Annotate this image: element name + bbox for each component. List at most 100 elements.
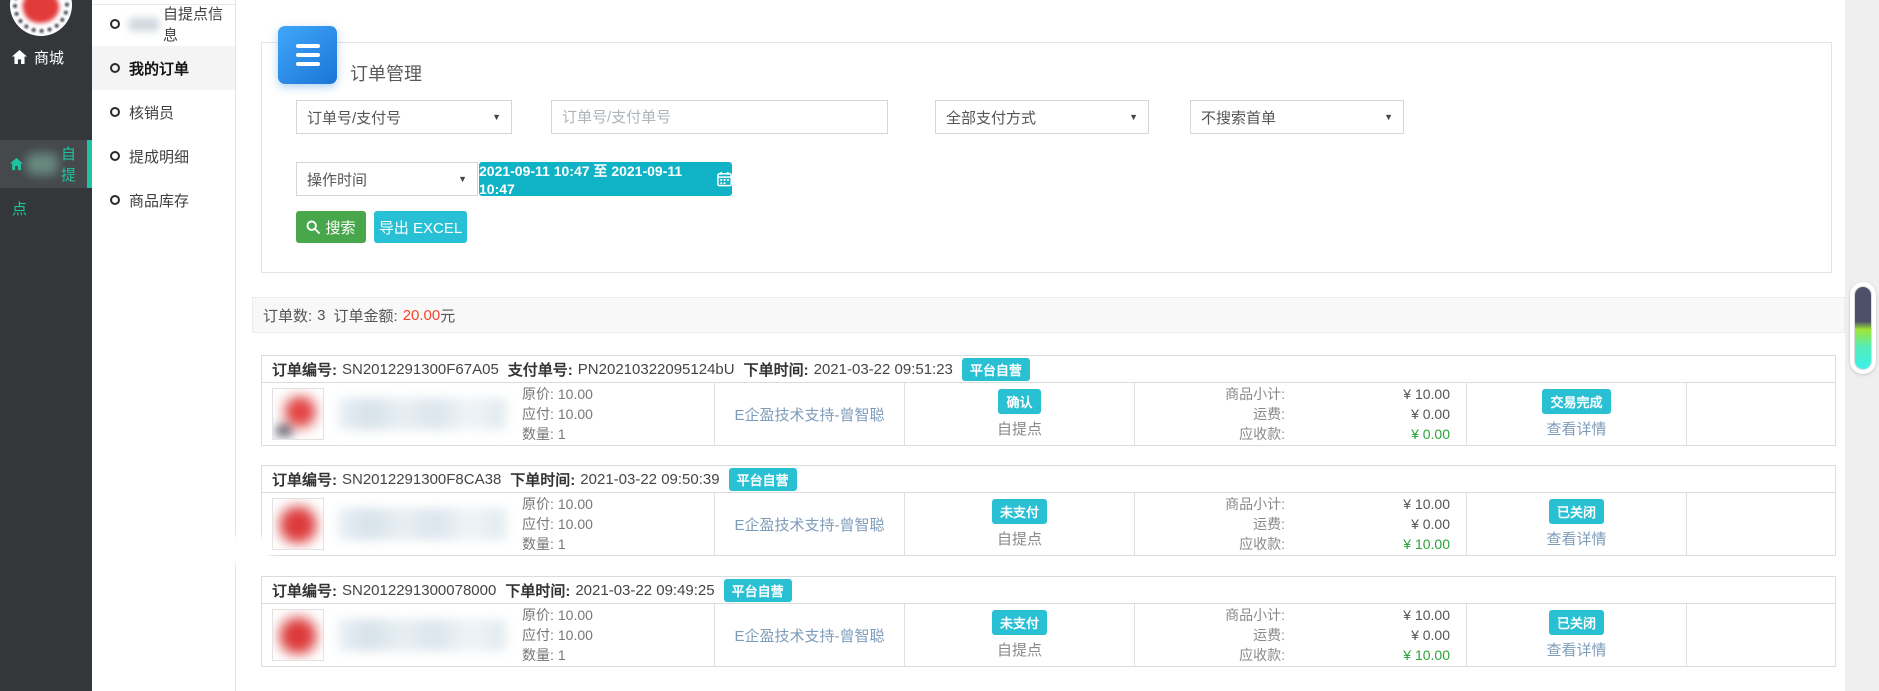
submenu-item-label: 提成明细 [129, 146, 189, 167]
view-detail-link[interactable]: 查看详情 [1546, 418, 1606, 439]
sidebar-item-pickup-wrap: 点 [12, 198, 27, 219]
product-cell: 原价:10.00 应付:10.00 数量:1 [262, 604, 714, 666]
radio-circle-icon [110, 151, 120, 161]
totals-cell: 商品小计:¥ 10.00 运费:¥ 0.00 应收款:¥ 10.00 [1134, 493, 1466, 555]
search-icon [306, 220, 320, 234]
page-title: 订单管理 [350, 60, 422, 86]
first-order-select[interactable]: 不搜索首单 ▼ [1190, 100, 1404, 134]
submenu-item-product-stock[interactable]: 商品库存 [92, 178, 235, 222]
product-thumbnail [272, 609, 324, 661]
order-time: 2021-03-22 09:51:23 [814, 361, 953, 378]
receivable-amount: ¥ 0.00 [1285, 424, 1450, 444]
order-header: 订单编号:SN2012291300F67A05 支付单号:PN202103220… [262, 356, 1835, 383]
order-card: 订单编号:SN2012291300F67A05 支付单号:PN202103220… [261, 355, 1836, 446]
order-amount: 20.00 [403, 307, 441, 324]
time-type-select[interactable]: 操作时间 ▼ [296, 162, 478, 196]
buyer-name: E企盈技术支持-曾智聪 [734, 404, 884, 425]
sidebar-item-label: 自提 [61, 143, 87, 185]
platform-self-operated-badge: 平台自营 [724, 579, 792, 602]
sidebar-item-mall[interactable]: 商城 [0, 42, 92, 72]
home-icon [10, 157, 23, 171]
order-number-type-select[interactable]: 订单号/支付号 ▼ [296, 100, 512, 134]
product-name-redacted [338, 619, 506, 651]
product-cell: 原价:10.00 应付:10.00 数量:1 [262, 493, 714, 555]
submenu-item-my-orders[interactable]: 我的订单 [92, 46, 235, 90]
calendar-icon [717, 171, 732, 187]
radio-circle-icon [110, 195, 120, 205]
empty-cell [1686, 493, 1835, 555]
order-number: SN2012291300F8CA38 [342, 471, 501, 488]
order-number: SN2012291300F67A05 [342, 361, 499, 378]
buyer-cell: E企盈技术支持-曾智聪 [714, 493, 904, 555]
price-info: 原价:10.00 应付:10.00 数量:1 [522, 384, 704, 444]
export-excel-button[interactable]: 导出 EXCEL [374, 211, 467, 243]
submenu-list: 自提点信息 我的订单 核销员 提成明细 商品库存 [92, 2, 235, 222]
dropdown-arrow-icon: ▼ [458, 174, 467, 184]
product-thumbnail [272, 388, 324, 440]
receivable-amount: ¥ 10.00 [1285, 534, 1450, 554]
pay-status-badge: 未支付 [992, 610, 1047, 635]
buyer-cell: E企盈技术支持-曾智聪 [714, 604, 904, 666]
dropdown-arrow-icon: ▼ [492, 112, 501, 122]
search-button[interactable]: 搜索 [296, 211, 366, 243]
order-status-cell: 已关闭 查看详情 [1466, 493, 1686, 555]
pay-status-cell: 未支付 自提点 [904, 604, 1134, 666]
totals-cell: 商品小计:¥ 10.00 运费:¥ 0.00 应收款:¥ 0.00 [1134, 383, 1466, 445]
filter-panel [261, 42, 1832, 273]
delivery-method: 自提点 [997, 418, 1042, 439]
delivery-method: 自提点 [997, 528, 1042, 549]
radio-circle-icon [110, 19, 120, 29]
product-thumbnail [272, 498, 324, 550]
pay-status-badge: 未支付 [992, 499, 1047, 524]
platform-self-operated-badge: 平台自营 [962, 358, 1030, 381]
submenu-item-label: 自提点信息 [163, 3, 235, 45]
order-count: 3 [317, 307, 325, 324]
order-status-badge: 交易完成 [1542, 389, 1610, 414]
date-range-button[interactable]: 2021-09-11 10:47 至 2021-09-11 10:47 [479, 162, 732, 196]
empty-cell [1686, 383, 1835, 445]
pay-status-badge: 确认 [998, 389, 1040, 414]
buyer-name: E企盈技术支持-曾智聪 [734, 625, 884, 646]
order-card: 订单编号:SN2012291300078000 下单时间:2021-03-22 … [261, 576, 1836, 667]
submenu-item-commission-detail[interactable]: 提成明细 [92, 134, 235, 178]
view-detail-link[interactable]: 查看详情 [1546, 639, 1606, 660]
radio-circle-icon [110, 107, 120, 117]
order-time: 2021-03-22 09:49:25 [575, 582, 714, 599]
submenu-sidebar: 自提点信息 我的订单 核销员 提成明细 商品库存 [92, 0, 236, 691]
home-icon [12, 50, 27, 64]
order-row: 原价:10.00 应付:10.00 数量:1 E企盈技术支持-曾智聪 未支付 自… [262, 493, 1835, 555]
order-status-cell: 交易完成 查看详情 [1466, 383, 1686, 445]
scrollbar-thumb[interactable] [1854, 286, 1872, 370]
order-count-label: 订单数: [263, 305, 312, 326]
payment-method-select[interactable]: 全部支付方式 ▼ [935, 100, 1149, 134]
welfare-lottery-logo [10, 0, 72, 36]
buyer-cell: E企盈技术支持-曾智聪 [714, 383, 904, 445]
platform-self-operated-badge: 平台自营 [729, 468, 797, 491]
submenu-item-pickup-info[interactable]: 自提点信息 [92, 2, 235, 46]
view-detail-link[interactable]: 查看详情 [1546, 528, 1606, 549]
order-status-cell: 已关闭 查看详情 [1466, 604, 1686, 666]
order-status-badge: 已关闭 [1549, 499, 1604, 524]
price-info: 原价:10.00 应付:10.00 数量:1 [522, 494, 704, 554]
order-header: 订单编号:SN2012291300078000 下单时间:2021-03-22 … [262, 577, 1835, 604]
order-amount-label: 订单金额: [334, 305, 398, 326]
order-number-input[interactable] [551, 100, 888, 134]
payment-number: PN20210322095124bU [578, 361, 735, 378]
order-number: SN2012291300078000 [342, 582, 496, 599]
empty-cell [1686, 604, 1835, 666]
pay-status-cell: 未支付 自提点 [904, 493, 1134, 555]
delivery-method: 自提点 [997, 639, 1042, 660]
dark-sidebar: 商城 自提 点 [0, 0, 92, 691]
dropdown-arrow-icon: ▼ [1129, 112, 1138, 122]
buyer-name: E企盈技术支持-曾智聪 [734, 514, 884, 535]
submenu-item-verifier[interactable]: 核销员 [92, 90, 235, 134]
hamburger-icon [296, 44, 320, 48]
menu-toggle-button[interactable] [278, 26, 337, 84]
pay-status-cell: 确认 自提点 [904, 383, 1134, 445]
radio-circle-icon [110, 63, 120, 73]
order-card: 订单编号:SN2012291300F8CA38 下单时间:2021-03-22 … [261, 465, 1836, 556]
submenu-item-label: 我的订单 [129, 58, 189, 79]
sidebar-item-pickup-point[interactable]: 自提 [0, 140, 92, 188]
receivable-amount: ¥ 10.00 [1285, 645, 1450, 665]
redacted-text-blob [129, 18, 159, 31]
